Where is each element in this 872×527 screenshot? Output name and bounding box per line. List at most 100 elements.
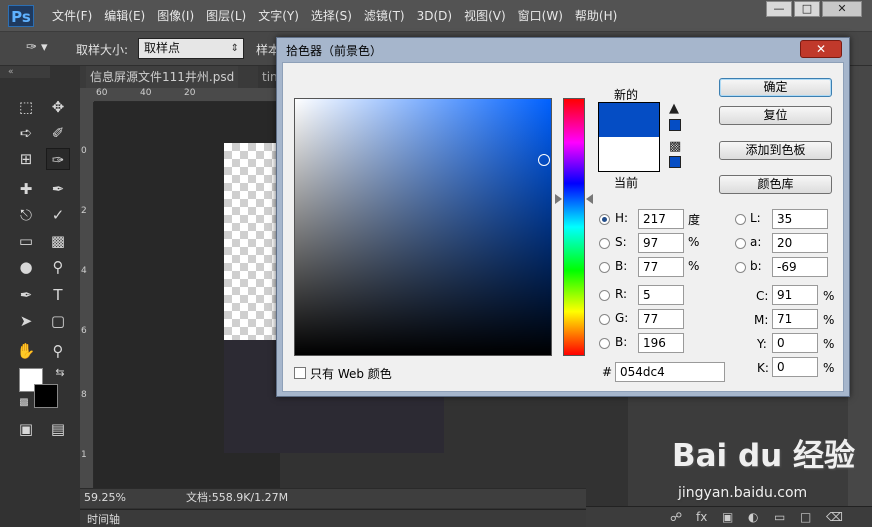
- menu-type[interactable]: 文字(Y): [252, 0, 305, 32]
- web-colors-only-checkbox[interactable]: [294, 367, 306, 379]
- lab-l-radio[interactable]: [735, 214, 746, 225]
- vertical-ruler[interactable]: 0 2 4 6 8 1: [80, 102, 94, 488]
- red-radio[interactable]: [599, 290, 610, 301]
- ruler-tick: 8: [81, 390, 87, 400]
- crop-icon[interactable]: ⊞: [14, 148, 38, 170]
- dialog-body: 新的 当前 ▲ ▩ 确定 复位 添加到色板 颜色库 H: 217 度 S: 97…: [282, 62, 844, 392]
- lab-b-input[interactable]: -69: [772, 257, 828, 277]
- folder-icon[interactable]: ▭: [774, 510, 785, 524]
- gamut-color-swatch[interactable]: [669, 119, 681, 131]
- mask-icon[interactable]: ▣: [722, 510, 733, 524]
- close-icon[interactable]: ✕: [800, 40, 842, 58]
- path-select-icon[interactable]: ➤: [14, 310, 38, 332]
- black-input[interactable]: 0: [772, 357, 818, 377]
- menu-layer[interactable]: 图层(L): [200, 0, 252, 32]
- eyedropper-tool-icon[interactable]: ✑: [46, 148, 70, 170]
- current-color-swatch[interactable]: [598, 137, 660, 172]
- horizontal-ruler[interactable]: 60 40 20: [94, 88, 280, 102]
- quick-mask-icon[interactable]: ▣: [14, 418, 38, 440]
- color-picker-dialog: 拾色器（前景色） ✕ 新的 当前 ▲ ▩ 确定 复位 添加到色板 颜色库 H: …: [276, 37, 850, 397]
- add-to-swatches-button[interactable]: 添加到色板: [719, 141, 832, 160]
- red-input[interactable]: 5: [638, 285, 684, 305]
- lab-b-radio[interactable]: [735, 262, 746, 273]
- saturation-input[interactable]: 97: [638, 233, 684, 253]
- sample-size-select[interactable]: 取样点 ⇕: [138, 38, 244, 59]
- new-layer-icon[interactable]: □: [800, 510, 811, 524]
- green-input[interactable]: 77: [638, 309, 684, 329]
- fx-icon[interactable]: fx: [696, 510, 707, 524]
- menu-filter[interactable]: 滤镜(T): [358, 0, 411, 32]
- hue-slider-handle-right[interactable]: [586, 194, 593, 204]
- zoom-level[interactable]: 59.25%: [84, 490, 126, 506]
- lab-l-label: L:: [750, 211, 761, 225]
- clone-stamp-icon[interactable]: ⎋: [14, 204, 38, 226]
- healing-brush-icon[interactable]: ✚: [14, 178, 38, 200]
- swap-colors-icon[interactable]: ⇆: [48, 362, 72, 384]
- background-color-swatch[interactable]: [34, 384, 58, 408]
- type-icon[interactable]: T: [46, 284, 70, 306]
- gamut-warning-icon[interactable]: ▲: [669, 101, 679, 116]
- web-safe-cube-icon[interactable]: ▩: [669, 139, 681, 154]
- saturation-brightness-field[interactable]: [294, 98, 552, 356]
- yellow-input[interactable]: 0: [772, 333, 818, 353]
- hue-slider-handle-left[interactable]: [555, 194, 562, 204]
- menu-edit[interactable]: 编辑(E): [98, 0, 151, 32]
- lab-a-radio[interactable]: [735, 238, 746, 249]
- quick-select-icon[interactable]: ✐: [46, 122, 70, 144]
- hex-input[interactable]: 054dc4: [615, 362, 725, 382]
- magenta-input[interactable]: 71: [772, 309, 818, 329]
- lasso-icon[interactable]: ➪: [14, 122, 38, 144]
- document-tab[interactable]: 信息屏源文件111井州.psd: [86, 66, 239, 88]
- hand-icon[interactable]: ✋: [14, 340, 38, 362]
- color-libraries-button[interactable]: 颜色库: [719, 175, 832, 194]
- eraser-icon[interactable]: ▭: [14, 230, 38, 252]
- document-tab-label: 信息屏源文件111井州.psd: [90, 70, 235, 84]
- marquee-icon[interactable]: ⬚: [14, 96, 38, 118]
- pen-icon[interactable]: ✒: [14, 284, 38, 306]
- lab-l-input[interactable]: 35: [772, 209, 828, 229]
- paint-bucket-icon[interactable]: ▩: [46, 230, 70, 252]
- brush-icon[interactable]: ✒: [46, 178, 70, 200]
- menu-file[interactable]: 文件(F): [46, 0, 98, 32]
- cyan-input[interactable]: 91: [772, 285, 818, 305]
- dodge-icon[interactable]: ⚲: [46, 256, 70, 278]
- brightness-radio[interactable]: [599, 262, 610, 273]
- saturation-radio[interactable]: [599, 238, 610, 249]
- eyedropper-icon[interactable]: ✑ ▾: [26, 40, 58, 58]
- hue-slider[interactable]: [563, 98, 585, 356]
- green-radio[interactable]: [599, 314, 610, 325]
- hue-input[interactable]: 217: [638, 209, 684, 229]
- blur-icon[interactable]: ●: [14, 256, 38, 278]
- brightness-input[interactable]: 77: [638, 257, 684, 277]
- screen-mode-icon[interactable]: ▤: [46, 418, 70, 440]
- blue-radio[interactable]: [599, 338, 610, 349]
- menu-help[interactable]: 帮助(H): [569, 0, 623, 32]
- trash-icon[interactable]: ⌫: [826, 510, 843, 524]
- minimize-button[interactable]: —: [766, 1, 792, 17]
- menu-select[interactable]: 选择(S): [305, 0, 358, 32]
- move-icon[interactable]: ✥: [46, 96, 70, 118]
- default-colors-icon[interactable]: ▩: [12, 392, 36, 414]
- adjustment-icon[interactable]: ◐: [748, 510, 758, 524]
- menu-window[interactable]: 窗口(W): [512, 0, 569, 32]
- yellow-label: Y:: [757, 337, 767, 351]
- document-info[interactable]: 文档:558.9K/1.27M: [186, 490, 288, 506]
- zoom-icon[interactable]: ⚲: [46, 340, 70, 362]
- link-icon[interactable]: ☍: [670, 510, 682, 524]
- blue-input[interactable]: 196: [638, 333, 684, 353]
- menu-view[interactable]: 视图(V): [458, 0, 512, 32]
- ok-button[interactable]: 确定: [719, 78, 832, 97]
- web-safe-color-swatch[interactable]: [669, 156, 681, 168]
- color-marker[interactable]: [538, 154, 550, 166]
- hue-radio[interactable]: [599, 214, 610, 225]
- timeline-panel[interactable]: 时间轴: [80, 509, 586, 527]
- menu-3d[interactable]: 3D(D): [411, 0, 458, 32]
- reset-button[interactable]: 复位: [719, 106, 832, 125]
- window-close-button[interactable]: ✕: [822, 1, 862, 17]
- maximize-button[interactable]: □: [794, 1, 820, 17]
- lab-a-input[interactable]: 20: [772, 233, 828, 253]
- history-brush-icon[interactable]: ✓: [46, 204, 70, 226]
- menu-image[interactable]: 图像(I): [151, 0, 200, 32]
- toolbar-collapse[interactable]: «: [0, 66, 50, 78]
- rectangle-icon[interactable]: ▢: [46, 310, 70, 332]
